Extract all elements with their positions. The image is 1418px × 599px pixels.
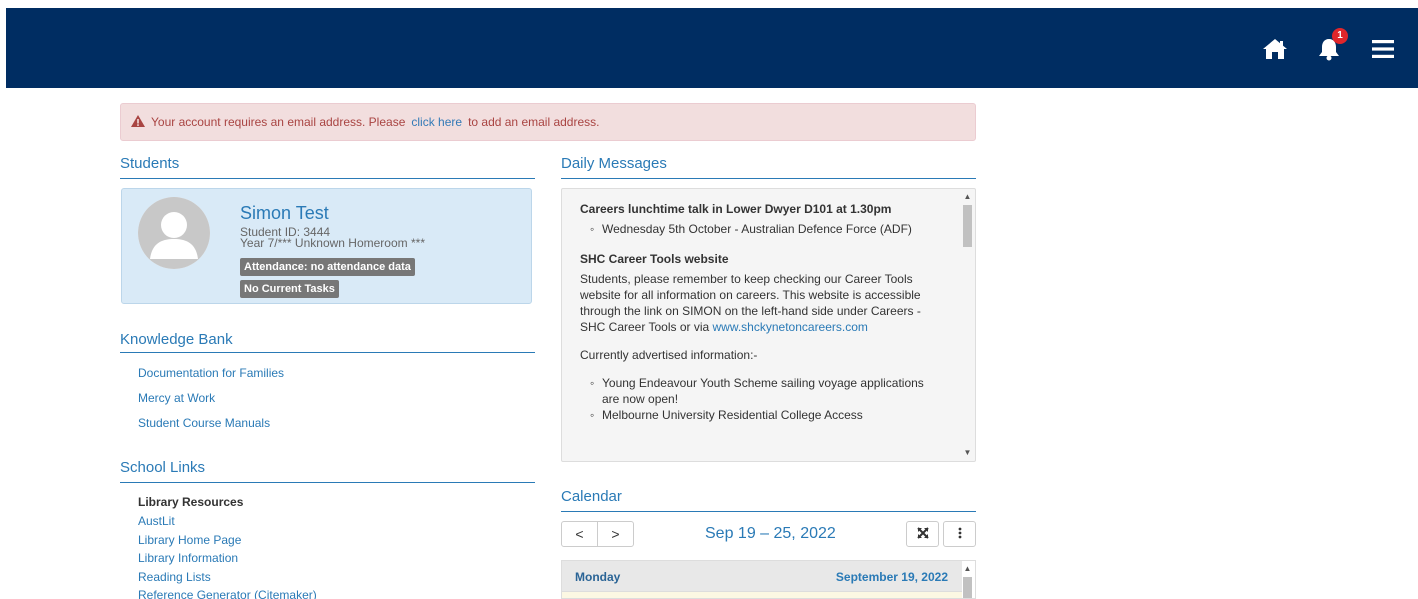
scroll-up-icon[interactable]: ▲ — [962, 565, 973, 573]
message-intro: Currently advertised information:- — [580, 348, 758, 362]
knowledge-bank-link[interactable]: Mercy at Work — [138, 391, 284, 405]
students-heading: Students — [120, 155, 180, 172]
library-resources-heading: Library Resources — [138, 495, 244, 509]
school-links-divider — [120, 482, 535, 483]
email-alert: Your account requires an email address. … — [120, 103, 976, 141]
knowledge-bank-link[interactable]: Documentation for Families — [138, 366, 284, 380]
daily-messages-heading: Daily Messages — [561, 155, 667, 172]
calendar-day-name: Monday — [575, 570, 621, 584]
chevron-left-icon: < — [575, 526, 584, 542]
message-title: Careers lunchtime talk in Lower Dwyer D1… — [580, 202, 892, 216]
knowledge-bank-divider — [120, 352, 535, 353]
school-link[interactable]: Library Information — [138, 549, 317, 568]
calendar-body[interactable]: Monday September 19, 2022 ▲ — [561, 560, 976, 599]
school-link[interactable]: Reading Lists — [138, 568, 317, 587]
message-list: Wednesday 5th October - Australian Defen… — [580, 221, 942, 237]
alert-text-after: to add an email address. — [468, 115, 600, 129]
calendar-day-row: Monday September 19, 2022 — [562, 561, 962, 592]
knowledge-bank-link[interactable]: Student Course Manuals — [138, 416, 284, 430]
message-item: Wednesday 5th October - Australian Defen… — [590, 221, 942, 237]
top-navbar: 1 — [6, 8, 1418, 88]
scrollbar-thumb[interactable] — [963, 205, 972, 247]
school-link[interactable]: AustLit — [138, 512, 317, 531]
student-name[interactable]: Simon Test — [240, 203, 329, 224]
calendar-divider — [561, 511, 976, 512]
message-item: Young Endeavour Youth Scheme sailing voy… — [590, 375, 942, 407]
student-card[interactable]: Simon Test Student ID: 3444 Year 7/*** U… — [121, 188, 532, 304]
calendar-date-range: Sep 19 – 25, 2022 — [705, 525, 836, 542]
career-tools-link[interactable]: www.shckynetoncareers.com — [713, 320, 868, 334]
avatar — [138, 197, 210, 269]
calendar-scrollbar[interactable]: ▲ — [962, 561, 973, 598]
message-title: SHC Career Tools website — [580, 252, 729, 266]
calendar-day-date: September 19, 2022 — [835, 570, 948, 584]
bell-icon[interactable]: 1 — [1316, 28, 1348, 62]
scroll-up-icon[interactable]: ▲ — [962, 193, 973, 201]
school-links-heading: School Links — [120, 459, 206, 476]
attendance-label: Attendance: no attendance data — [240, 258, 415, 276]
notification-badge: 1 — [1332, 28, 1348, 44]
calendar-heading: Calendar — [561, 488, 622, 505]
scrollbar-thumb[interactable] — [963, 577, 972, 598]
tasks-label: No Current Tasks — [240, 280, 339, 298]
knowledge-bank-heading: Knowledge Bank — [120, 331, 233, 348]
add-email-link[interactable]: click here — [411, 115, 462, 129]
warning-icon — [131, 114, 145, 130]
home-icon[interactable] — [1262, 36, 1288, 62]
calendar-options-button[interactable] — [943, 521, 976, 547]
more-vertical-icon — [958, 526, 962, 542]
message-list: Young Endeavour Youth Scheme sailing voy… — [580, 375, 942, 423]
hamburger-menu-icon[interactable] — [1370, 36, 1396, 62]
daily-messages-divider — [561, 178, 976, 179]
student-homeroom: Year 7/*** Unknown Homeroom *** — [240, 236, 425, 250]
calendar-expand-button[interactable] — [906, 521, 939, 547]
school-link[interactable]: Reference Generator (Citemaker) — [138, 586, 317, 599]
knowledge-bank-list: Documentation for Families Mercy at Work… — [138, 366, 284, 430]
daily-messages-content: Careers lunchtime talk in Lower Dwyer D1… — [580, 201, 942, 423]
messages-scrollbar[interactable]: ▲ ▼ — [962, 189, 973, 461]
students-divider — [120, 178, 535, 179]
school-link[interactable]: Library Home Page — [138, 531, 317, 550]
navbar-icons: 1 — [1262, 28, 1396, 62]
calendar-day-cell[interactable] — [562, 592, 962, 598]
message-body: Students, please remember to keep checki… — [580, 271, 942, 335]
message-item: Melbourne University Residential College… — [590, 407, 942, 423]
chevron-right-icon: > — [611, 526, 620, 542]
calendar-next-button[interactable]: > — [597, 521, 634, 547]
alert-text-before: Your account requires an email address. … — [151, 115, 406, 129]
expand-icon — [916, 526, 929, 542]
school-links-list: AustLit Library Home Page Library Inform… — [138, 512, 317, 599]
daily-messages-panel[interactable]: Careers lunchtime talk in Lower Dwyer D1… — [561, 188, 976, 462]
scroll-down-icon[interactable]: ▼ — [962, 449, 973, 457]
calendar-prev-button[interactable]: < — [561, 521, 598, 547]
